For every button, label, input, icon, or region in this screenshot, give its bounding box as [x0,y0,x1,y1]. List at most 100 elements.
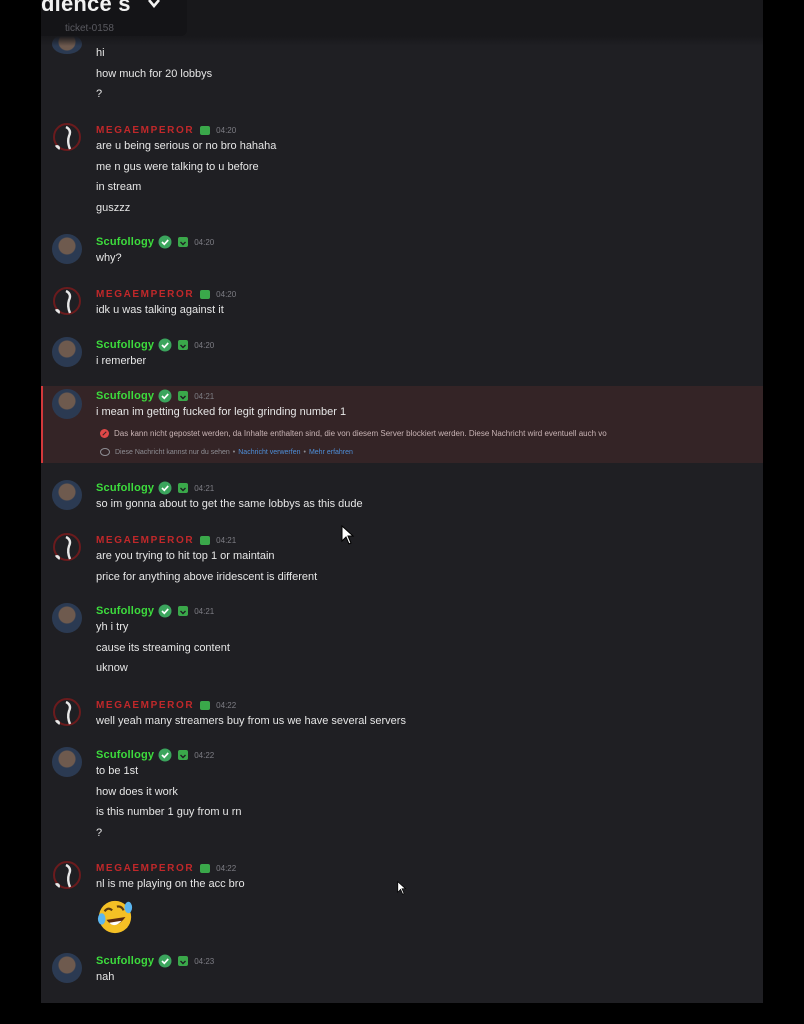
username[interactable]: MEGAEMPEROR [96,700,194,711]
message-line: nl is me playing on the acc bro [96,878,245,890]
mouse-cursor-icon [341,525,355,545]
avatar[interactable] [52,286,82,316]
message-body: are u being serious or no bro hahaha me … [96,136,276,218]
avatar[interactable] [52,480,82,510]
blocked-warning-text: Das kann nicht gepostet werden, da Inhal… [114,429,607,438]
timestamp: 04:22 [216,863,237,873]
message-line: why? [96,252,122,264]
role-badge-icon [178,750,189,760]
username[interactable]: Scufollogy [96,749,154,761]
message-line: i mean im getting fucked for legit grind… [96,406,347,418]
role-badge-icon [178,391,189,401]
blocked-message: Scufollogy 04:21 i mean im getting fucke… [41,386,763,463]
timestamp: 04:20 [216,125,237,135]
username[interactable]: MEGAEMPEROR [96,863,194,874]
message-body: are you trying to hit top 1 or maintain … [96,546,317,587]
message-body: hi how much for 20 lobbys ? [96,43,212,105]
avatar[interactable] [52,234,82,264]
message-line: guszzz [96,201,131,214]
timestamp: 04:20 [194,237,215,247]
timestamp: 04:22 [194,750,215,760]
username[interactable]: MEGAEMPEROR [96,535,194,546]
verified-check-icon [158,954,172,968]
blocked-warning: Das kann nicht gepostet werden, da Inhal… [100,429,607,438]
eye-icon [100,448,110,456]
rolling-laughing-emoji [97,900,133,934]
message-line: i remerber [96,355,147,367]
message-line: how does it work [96,785,178,798]
timestamp: 04:21 [194,606,215,616]
ephemeral-note: Diese Nachricht kannst nur du sehen • Na… [100,448,353,456]
learn-more-link[interactable]: Mehr erfahren [309,449,353,456]
message-body: why? [96,248,122,269]
message-line: nah [96,971,115,983]
message-body: i mean im getting fucked for legit grind… [96,402,346,423]
timestamp: 04:21 [194,391,215,401]
username[interactable]: MEGAEMPEROR [96,125,194,136]
verified-check-icon [158,235,172,249]
avatar[interactable] [52,953,82,983]
username[interactable]: Scufollogy [96,955,154,967]
timestamp: 04:20 [216,289,237,299]
avatar[interactable] [52,603,82,633]
message-line: in stream [96,181,142,193]
message-body: nah [96,967,114,988]
verified-check-icon [158,481,172,495]
message-line: so im gonna about to get the same lobbys… [96,498,363,510]
message-line: hi [96,47,105,59]
username[interactable]: Scufollogy [96,605,154,617]
channel-header[interactable]: dience s ticket-0158 [41,0,187,36]
message-body: to be 1st how does it work is this numbe… [96,761,242,843]
username[interactable]: Scufollogy [96,339,154,351]
mega-avatar-icon [53,123,81,151]
username[interactable]: MEGAEMPEROR [96,289,194,300]
username[interactable]: Scufollogy [96,236,154,248]
message-line: to be 1st [96,765,139,777]
message-body: nl is me playing on the acc bro [96,874,245,895]
message-body: idk u was talking against it [96,300,224,321]
message-line: cause its streaming content [96,641,230,654]
timestamp: 04:22 [216,700,237,710]
mouse-cursor-icon [397,881,407,895]
avatar[interactable] [52,747,82,777]
message-line: uknow [96,662,128,674]
username[interactable]: Scufollogy [96,390,154,402]
message-line: ? [96,88,103,100]
verified-check-icon [158,748,172,762]
message-line: me n gus were talking to u before [96,160,259,173]
message-body: yh i try cause its streaming content ukn… [96,617,230,679]
role-badge-icon [178,483,189,493]
message-line: idk u was talking against it [96,304,224,316]
blocked-icon [100,429,109,438]
message-body: i remerber [96,351,146,372]
role-badge-icon [178,340,189,350]
message-line: how much for 20 lobbys [96,67,213,80]
timestamp: 04:21 [216,535,237,545]
role-badge-icon [178,237,189,247]
mega-avatar-icon [53,533,81,561]
separator: • [303,448,306,456]
avatar[interactable] [52,389,82,419]
role-badge-icon [200,864,211,873]
username[interactable]: Scufollogy [96,482,154,494]
dismiss-message-link[interactable]: Nachricht verwerfen [238,449,300,456]
avatar[interactable] [52,860,82,890]
verified-check-icon [158,604,172,618]
avatar[interactable] [52,122,82,152]
chevron-down-icon[interactable] [147,0,161,8]
avatar[interactable] [52,337,82,367]
verified-check-icon [158,389,172,403]
separator: • [232,448,236,456]
ephemeral-note-text: Diese Nachricht kannst nur du sehen [115,448,230,456]
mega-avatar-icon [53,861,81,889]
avatar[interactable] [52,697,82,727]
avatar[interactable] [52,532,82,562]
verified-check-icon [158,338,172,352]
message-line: ? [96,826,103,839]
message-line: are you trying to hit top 1 or maintain [96,550,275,562]
message-body: so im gonna about to get the same lobbys… [96,494,363,515]
timestamp: 04:21 [194,483,215,493]
role-badge-icon [200,126,211,135]
server-title: dience s [41,0,131,16]
timestamp: 04:20 [194,340,215,350]
